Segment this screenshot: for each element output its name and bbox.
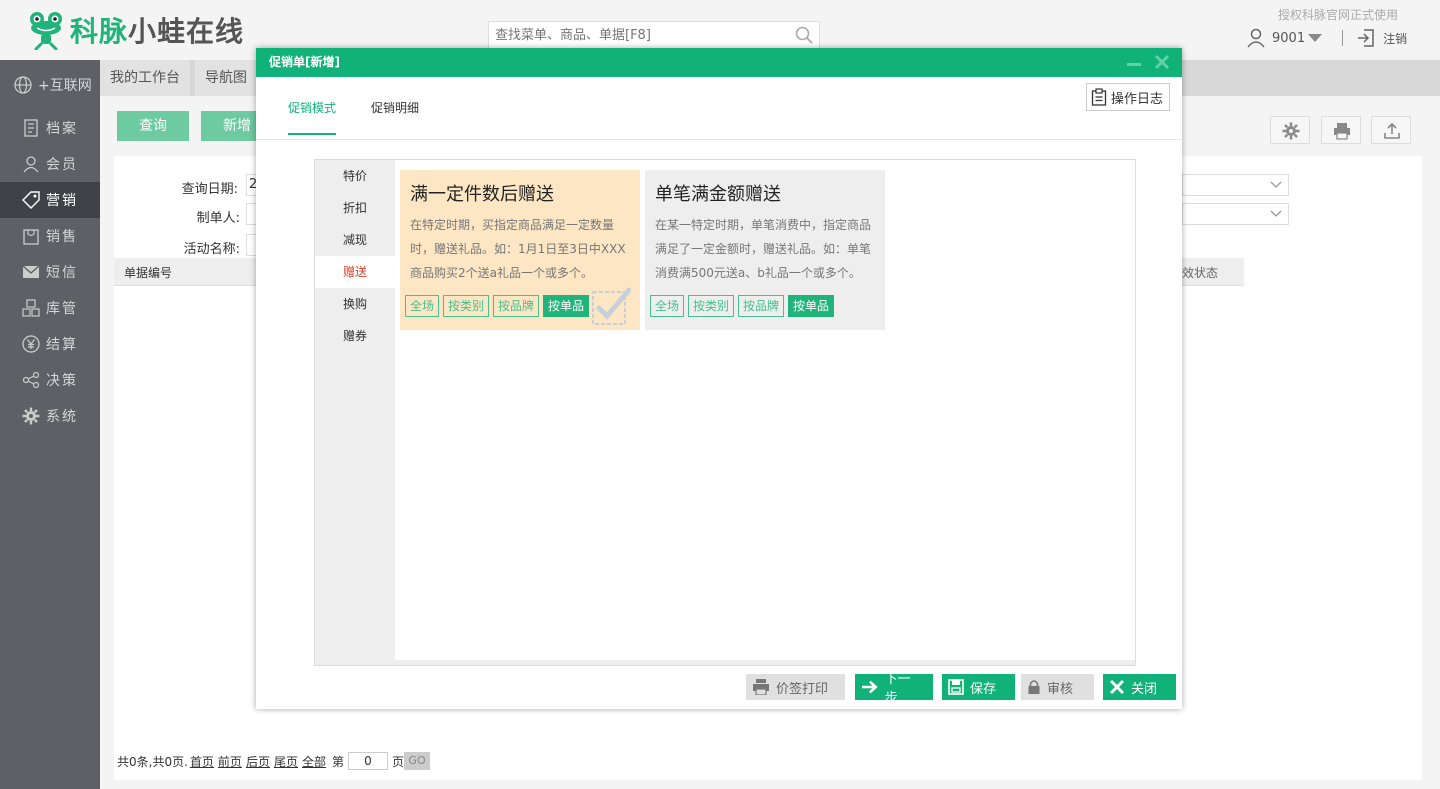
save-icon [948, 679, 964, 695]
nav-gift[interactable]: 赠送 [315, 256, 395, 288]
promotion-mode-panel: 特价 折扣 减现 赠送 换购 赠券 满一定件数后赠送 在特定时期，买指定商品满足… [314, 159, 1136, 666]
promotion-dialog: 促销单[新增] 促销模式 促销明细 操作日志 特价 折扣 减现 赠送 换购 赠券… [256, 48, 1182, 709]
operation-log-button[interactable]: 操作日志 [1085, 83, 1170, 111]
tab-promotion-mode[interactable]: 促销模式 [288, 99, 337, 135]
audit-button[interactable]: 审核 [1021, 674, 1094, 700]
selected-check-icon [592, 287, 631, 325]
save-button[interactable]: 保存 [942, 674, 1015, 700]
nav-cash-reduction[interactable]: 减现 [315, 224, 395, 256]
scope-tag-category[interactable]: 按类别 [688, 295, 735, 317]
audit-label: 审核 [1047, 681, 1074, 697]
dialog-tabs: 促销模式 促销明细 操作日志 [256, 77, 1182, 140]
tab-promotion-detail[interactable]: 促销明细 [371, 99, 419, 133]
card-title: 单笔满金额赠送 [655, 184, 781, 205]
card-description: 在某一特定时期，单笔消费中，指定商品满足了一定金额时，赠送礼品。如：单笔消费满5… [655, 218, 872, 280]
close-label: 关闭 [1131, 681, 1158, 697]
scope-tag-brand[interactable]: 按品牌 [738, 295, 785, 317]
scope-tag-item[interactable]: 按单品 [543, 295, 590, 317]
promo-card-quantity-gift[interactable]: 满一定件数后赠送 在特定时期，买指定商品满足一定数量时，赠送礼品。如：1月1日至… [400, 170, 640, 330]
panel-bottom-strip [395, 660, 1135, 665]
save-label: 保存 [970, 681, 997, 697]
nav-discount[interactable]: 折扣 [315, 192, 395, 224]
price-label-print-label: 价签打印 [776, 681, 829, 697]
printer-icon [753, 679, 769, 695]
price-label-print-button[interactable]: 价签打印 [746, 674, 845, 700]
close-button[interactable]: 关闭 [1103, 674, 1176, 700]
next-step-button[interactable]: 下一步 [855, 672, 933, 706]
scope-tag-brand[interactable]: 按品牌 [493, 295, 540, 317]
card-scope-tags: 全场 按类别 按品牌 按单品 [650, 295, 875, 317]
minimize-icon[interactable] [1126, 54, 1142, 70]
dialog-titlebar: 促销单[新增] [256, 48, 1182, 77]
scope-tag-item[interactable]: 按单品 [788, 295, 835, 317]
scope-tag-all[interactable]: 全场 [650, 295, 685, 317]
next-step-label: 下一步 [884, 672, 911, 706]
close-icon [1109, 679, 1125, 695]
dialog-title: 促销单[新增] [269, 55, 340, 69]
nav-coupon[interactable]: 赠券 [315, 320, 395, 352]
scope-tag-category[interactable]: 按类别 [443, 295, 490, 317]
nav-special-price[interactable]: 特价 [315, 160, 395, 192]
lock-icon [1028, 680, 1040, 694]
nav-exchange[interactable]: 换购 [315, 288, 395, 320]
clipboard-icon [1091, 88, 1107, 106]
card-title: 满一定件数后赠送 [410, 184, 554, 205]
scope-tag-all[interactable]: 全场 [405, 295, 440, 317]
card-description: 在特定时期，买指定商品满足一定数量时，赠送礼品。如：1月1日至3日中XXX商品购… [410, 218, 626, 280]
dialog-footer: 价签打印 下一步 保存 审核 关闭 [256, 671, 1182, 706]
promo-card-amount-gift[interactable]: 单笔满金额赠送 在某一特定时期，单笔消费中，指定商品满足了一定金额时，赠送礼品。… [645, 170, 885, 330]
operation-log-label: 操作日志 [1110, 91, 1163, 107]
promotion-type-nav: 特价 折扣 减现 赠送 换购 赠券 [315, 160, 395, 665]
close-icon[interactable] [1154, 54, 1170, 70]
arrow-right-icon [861, 680, 878, 694]
